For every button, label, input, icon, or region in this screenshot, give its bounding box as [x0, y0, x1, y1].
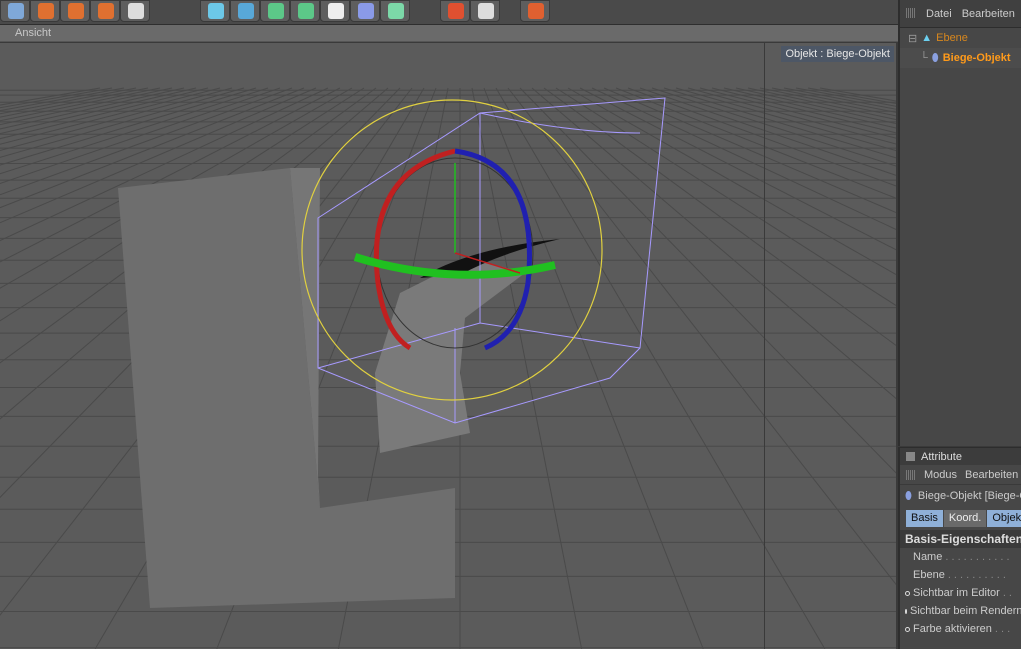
grip-icon[interactable] — [906, 8, 916, 18]
render-picture-button[interactable] — [90, 0, 120, 22]
undo-button[interactable] — [0, 0, 30, 22]
bend-deformer-icon: ⬮ — [931, 51, 939, 64]
select-icon — [448, 3, 464, 19]
menu-modus[interactable]: Modus — [924, 469, 957, 481]
nurbs-button[interactable] — [260, 0, 290, 22]
render-view-icon — [68, 3, 84, 19]
main-toolbar — [0, 0, 898, 25]
menu-bearbeiten[interactable]: Bearbeiten — [965, 469, 1018, 481]
scene[interactable] — [0, 43, 896, 649]
bend-deformer-icon: ⬮ — [905, 489, 912, 502]
cube-icon — [208, 3, 224, 19]
render-picture-icon — [98, 3, 114, 19]
grip-icon[interactable] — [906, 469, 916, 480]
collapse-icon[interactable]: ⊟ — [908, 32, 917, 45]
light-icon — [328, 3, 344, 19]
web-icon — [528, 3, 544, 19]
prop-ebene[interactable]: Ebene. . . . . . . . . . — [900, 566, 1021, 584]
light-button[interactable] — [320, 0, 350, 22]
help-icon — [478, 3, 494, 19]
web-button[interactable] — [520, 0, 550, 22]
nurbs-icon — [268, 3, 284, 19]
object-manager: Datei Bearbeiten ⊟ ▲ Ebene └ ⬮ Biege-Obj… — [898, 0, 1021, 446]
deformer-bend-icon — [358, 3, 374, 19]
menu-bearbeiten[interactable]: Bearbeiten — [962, 8, 1015, 27]
undo-icon — [8, 3, 24, 19]
select-button[interactable] — [440, 0, 470, 22]
tab-basis[interactable]: Basis — [906, 510, 943, 527]
deformer-bend-button[interactable] — [350, 0, 380, 22]
plane-icon: ▲ — [921, 32, 933, 44]
array-icon — [298, 3, 314, 19]
attribute-manager: Attribute Modus Bearbeiten ⬮ Biege-Objekt… — [898, 447, 1021, 649]
redo-icon — [38, 3, 54, 19]
render-view-button[interactable] — [60, 0, 90, 22]
tree-item-biege-objekt[interactable]: └ ⬮ Biege-Objekt — [900, 48, 1021, 68]
prop-sichtbar-editor[interactable]: Sichtbar im Editor. . — [900, 584, 1021, 602]
viewport-header: Ansicht ✥ ⬍ ↻ ▭ — [0, 25, 919, 42]
menu-ansicht[interactable]: Ansicht — [15, 27, 51, 39]
help-button[interactable] — [470, 0, 500, 22]
array-button[interactable] — [290, 0, 320, 22]
spline-pen-icon — [238, 3, 254, 19]
particle-icon — [388, 3, 404, 19]
cube-button[interactable] — [200, 0, 230, 22]
object-label: Objekt : Biege-Objekt — [781, 46, 894, 62]
panel-icon — [906, 452, 915, 461]
redo-button[interactable] — [30, 0, 60, 22]
tab-objekt[interactable]: Objekt — [987, 510, 1021, 527]
render-settings-button[interactable] — [120, 0, 150, 22]
prop-name[interactable]: Name. . . . . . . . . . . — [900, 548, 1021, 566]
render-settings-icon — [128, 3, 144, 19]
safe-frame-line — [764, 43, 765, 649]
tree-item-ebene[interactable]: ⊟ ▲ Ebene — [900, 28, 1021, 48]
particle-button[interactable] — [380, 0, 410, 22]
section-title: Basis-Eigenschaften — [900, 530, 1021, 548]
spline-pen-button[interactable] — [230, 0, 260, 22]
prop-farbe[interactable]: Farbe aktivieren. . . — [900, 620, 1021, 638]
prop-sichtbar-rendern[interactable]: Sichtbar beim Rendern — [900, 602, 1021, 620]
menu-datei[interactable]: Datei — [926, 8, 952, 27]
3d-viewport[interactable]: Objekt : Biege-Objekt — [0, 43, 896, 649]
tab-koord[interactable]: Koord. — [943, 510, 987, 527]
